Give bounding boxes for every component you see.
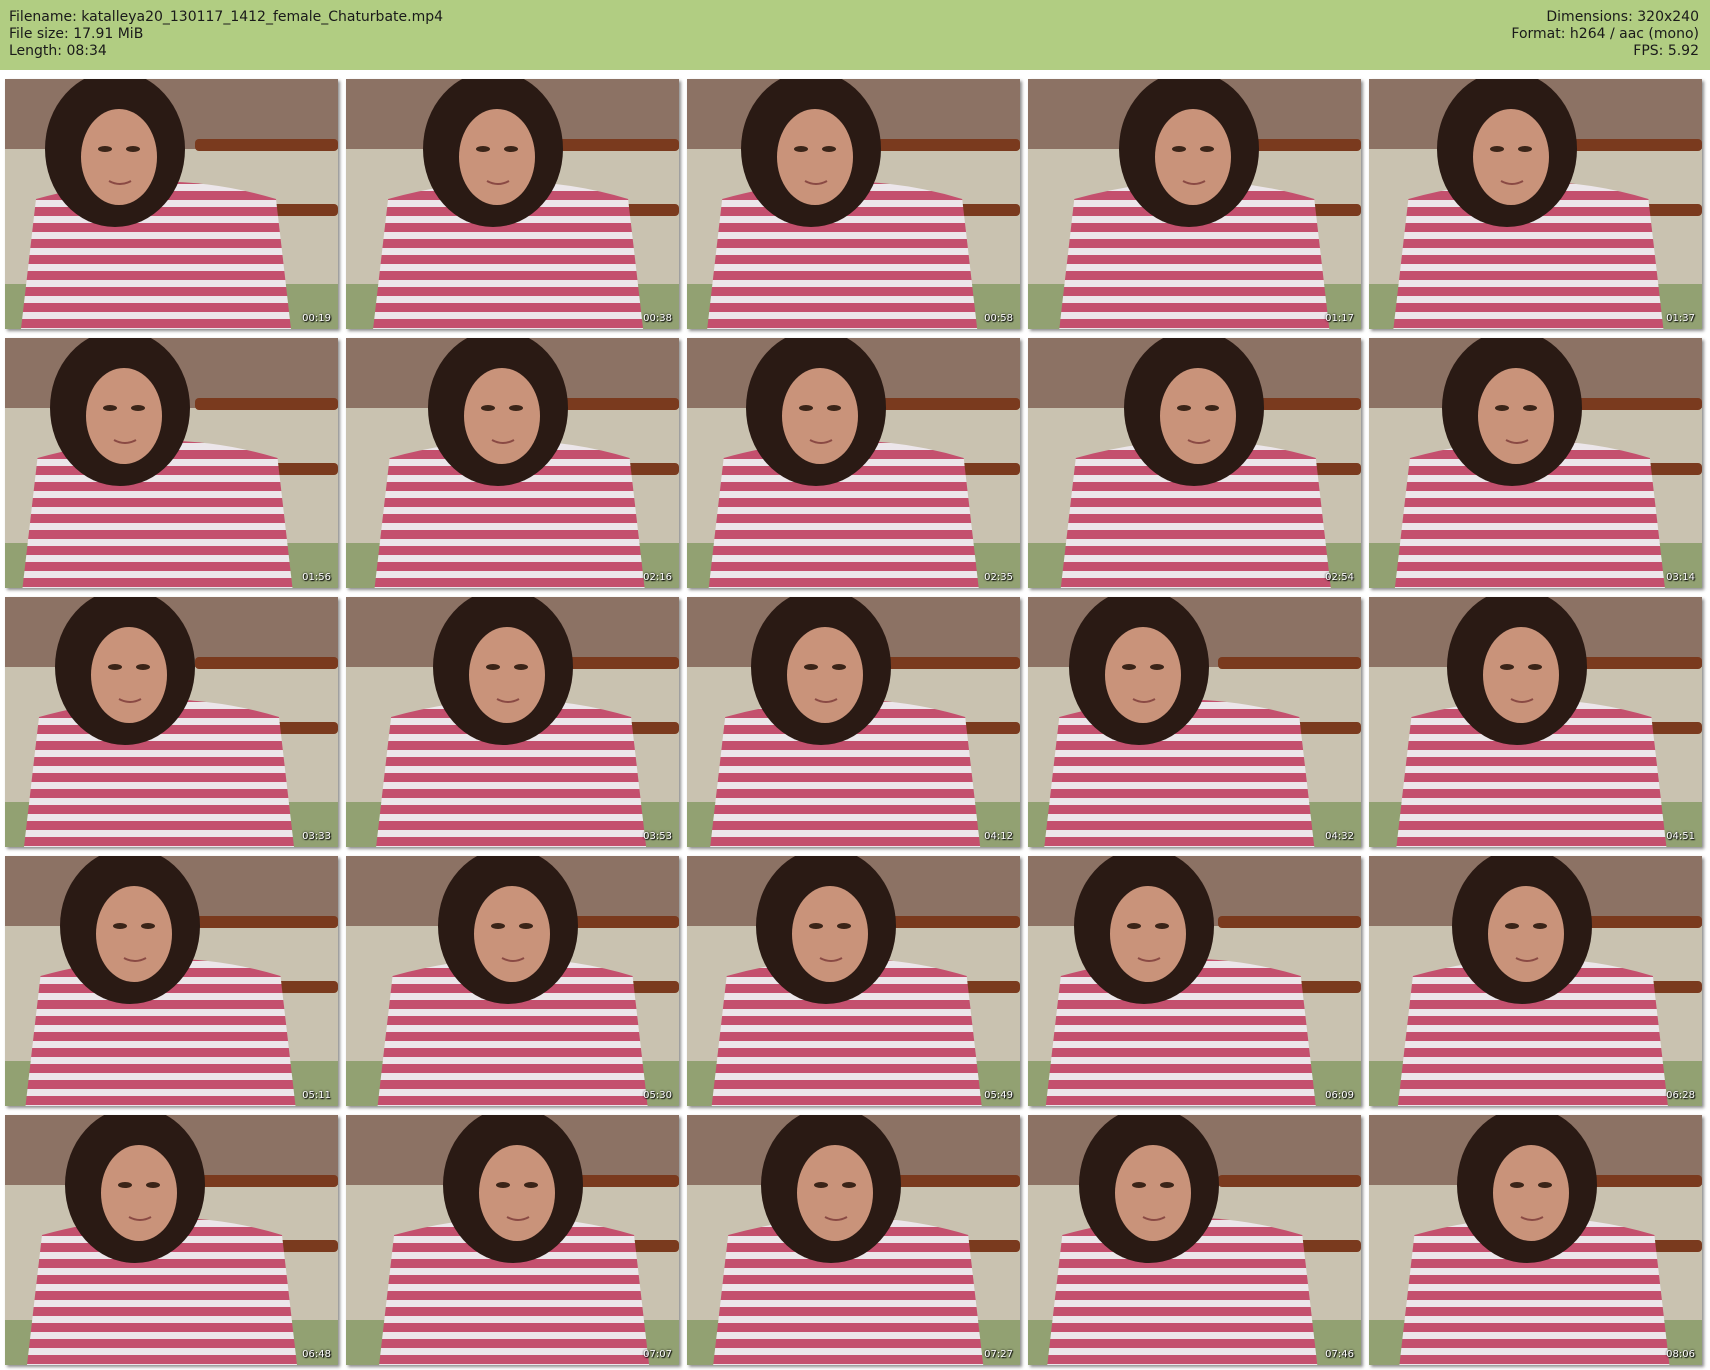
thumbnail-frame-image <box>687 856 1020 1106</box>
thumbnail-frame-image <box>5 597 338 847</box>
thumbnail-frame-image <box>687 338 1020 588</box>
dimensions-text: Dimensions: 320x240 <box>1546 9 1699 25</box>
thumbnail-timestamp: 06:48 <box>302 1349 331 1360</box>
video-thumbnail[interactable]: 02:35 <box>687 338 1020 588</box>
thumbnail-frame-image <box>346 1115 679 1365</box>
video-thumbnail[interactable]: 04:51 <box>1369 597 1702 847</box>
video-thumbnail[interactable]: 02:54 <box>1028 338 1361 588</box>
video-thumbnail[interactable]: 06:28 <box>1369 856 1702 1106</box>
thumbnail-frame-image <box>687 79 1020 329</box>
thumbnail-frame-image <box>1028 1115 1361 1365</box>
thumbnail-timestamp: 08:06 <box>1666 1349 1695 1360</box>
file-info-header: Filename: katalleya20_130117_1412_female… <box>0 0 1710 70</box>
thumbnail-frame-image <box>1369 79 1702 329</box>
video-thumbnail[interactable]: 04:12 <box>687 597 1020 847</box>
video-thumbnail[interactable]: 07:07 <box>346 1115 679 1365</box>
video-thumbnail[interactable]: 05:49 <box>687 856 1020 1106</box>
thumbnail-timestamp: 02:16 <box>643 572 672 583</box>
video-thumbnail[interactable]: 06:48 <box>5 1115 338 1365</box>
thumbnail-frame-image <box>346 79 679 329</box>
filesize-text: File size: 17.91 MiB <box>9 26 144 42</box>
thumbnail-frame-image <box>346 338 679 588</box>
video-thumbnail[interactable]: 02:16 <box>346 338 679 588</box>
thumbnail-frame-image <box>1028 338 1361 588</box>
thumbnail-timestamp: 05:11 <box>302 1090 331 1101</box>
format-text: Format: h264 / aac (mono) <box>1511 26 1699 42</box>
thumbnail-frame-image <box>5 338 338 588</box>
thumbnail-timestamp: 03:14 <box>1666 572 1695 583</box>
video-thumbnail[interactable]: 07:46 <box>1028 1115 1361 1365</box>
thumbnail-frame-image <box>5 79 338 329</box>
thumbnail-frame-image <box>346 597 679 847</box>
video-thumbnail[interactable]: 01:17 <box>1028 79 1361 329</box>
thumbnail-timestamp: 00:58 <box>984 313 1013 324</box>
video-thumbnail[interactable]: 03:14 <box>1369 338 1702 588</box>
thumbnail-timestamp: 05:49 <box>984 1090 1013 1101</box>
length-text: Length: 08:34 <box>9 43 107 59</box>
video-thumbnail[interactable]: 03:53 <box>346 597 679 847</box>
video-thumbnail[interactable]: 00:19 <box>5 79 338 329</box>
thumbnail-frame-image <box>1369 1115 1702 1365</box>
thumbnail-frame-image <box>1369 338 1702 588</box>
thumbnail-timestamp: 06:28 <box>1666 1090 1695 1101</box>
thumbnail-frame-image <box>5 1115 338 1365</box>
thumbnail-timestamp: 02:35 <box>984 572 1013 583</box>
thumbnail-timestamp: 07:46 <box>1325 1349 1354 1360</box>
thumbnail-frame-image <box>1028 597 1361 847</box>
thumbnail-timestamp: 07:07 <box>643 1349 672 1360</box>
thumbnail-timestamp: 01:56 <box>302 572 331 583</box>
file-info-left: Filename: katalleya20_130117_1412_female… <box>9 9 443 60</box>
thumbnail-timestamp: 02:54 <box>1325 572 1354 583</box>
video-thumbnail[interactable]: 08:06 <box>1369 1115 1702 1365</box>
video-thumbnail[interactable]: 00:58 <box>687 79 1020 329</box>
thumbnail-timestamp: 04:12 <box>984 831 1013 842</box>
filename-text: Filename: katalleya20_130117_1412_female… <box>9 9 444 25</box>
thumbnail-frame-image <box>1369 856 1702 1106</box>
video-thumbnail[interactable]: 05:30 <box>346 856 679 1106</box>
video-thumbnail[interactable]: 01:37 <box>1369 79 1702 329</box>
thumbnail-frame-image <box>5 856 338 1106</box>
thumbnail-grid: 00:19 00:38 00:58 01:17 01:37 01:56 02:16 02:35… <box>5 79 1702 1365</box>
thumbnail-timestamp: 04:51 <box>1666 831 1695 842</box>
file-info-right: Dimensions: 320x240 Format: h264 / aac (… <box>1511 9 1699 60</box>
thumbnail-frame-image <box>1028 856 1361 1106</box>
thumbnail-frame-image <box>687 1115 1020 1365</box>
thumbnail-timestamp: 01:17 <box>1325 313 1354 324</box>
thumbnail-timestamp: 03:53 <box>643 831 672 842</box>
thumbnail-timestamp: 06:09 <box>1325 1090 1354 1101</box>
video-thumbnail[interactable]: 05:11 <box>5 856 338 1106</box>
video-thumbnail[interactable]: 06:09 <box>1028 856 1361 1106</box>
fps-text: FPS: 5.92 <box>1633 43 1699 59</box>
thumbnail-timestamp: 01:37 <box>1666 313 1695 324</box>
video-thumbnail[interactable]: 03:33 <box>5 597 338 847</box>
video-thumbnail[interactable]: 01:56 <box>5 338 338 588</box>
thumbnail-timestamp: 04:32 <box>1325 831 1354 842</box>
video-thumbnail[interactable]: 00:38 <box>346 79 679 329</box>
thumbnail-timestamp: 05:30 <box>643 1090 672 1101</box>
thumbnail-timestamp: 03:33 <box>302 831 331 842</box>
thumbnail-frame-image <box>1028 79 1361 329</box>
thumbnail-frame-image <box>687 597 1020 847</box>
thumbnail-timestamp: 00:38 <box>643 313 672 324</box>
thumbnail-timestamp: 00:19 <box>302 313 331 324</box>
thumbnail-frame-image <box>346 856 679 1106</box>
thumbnail-frame-image <box>1369 597 1702 847</box>
video-thumbnail[interactable]: 04:32 <box>1028 597 1361 847</box>
video-thumbnail[interactable]: 07:27 <box>687 1115 1020 1365</box>
thumbnail-timestamp: 07:27 <box>984 1349 1013 1360</box>
